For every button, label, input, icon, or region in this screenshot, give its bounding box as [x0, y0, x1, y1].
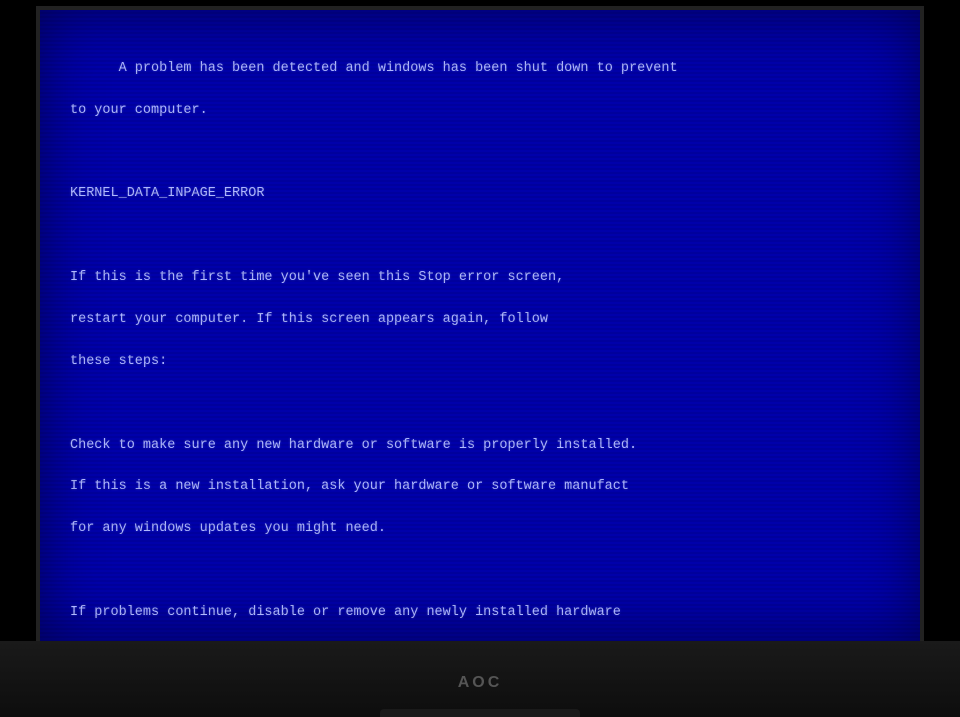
bsod-para1-line3: these steps:	[70, 354, 167, 369]
bsod-para1-line1: If this is the first time you've seen th…	[70, 270, 564, 285]
bsod-screen: A problem has been detected and windows …	[40, 10, 920, 641]
monitor-brand-label: AOC	[458, 674, 503, 692]
bsod-line-header1: A problem has been detected and windows …	[119, 61, 678, 76]
bsod-para3-line1: If problems continue, disable or remove …	[70, 605, 621, 620]
monitor-bezel-bottom: AOC	[0, 641, 960, 717]
monitor-stand	[380, 709, 580, 717]
bsod-content: A problem has been detected and windows …	[70, 38, 890, 641]
bsod-para2-line1: Check to make sure any new hardware or s…	[70, 438, 637, 453]
bsod-para2-line2: If this is a new installation, ask your …	[70, 479, 629, 494]
bsod-line-header2: to your computer.	[70, 103, 208, 118]
bsod-para1-line2: restart your computer. If this screen ap…	[70, 312, 548, 327]
monitor: A problem has been detected and windows …	[0, 0, 960, 717]
bsod-para2-line3: for any windows updates you might need.	[70, 521, 386, 536]
bsod-error-code: KERNEL_DATA_INPAGE_ERROR	[70, 186, 264, 201]
